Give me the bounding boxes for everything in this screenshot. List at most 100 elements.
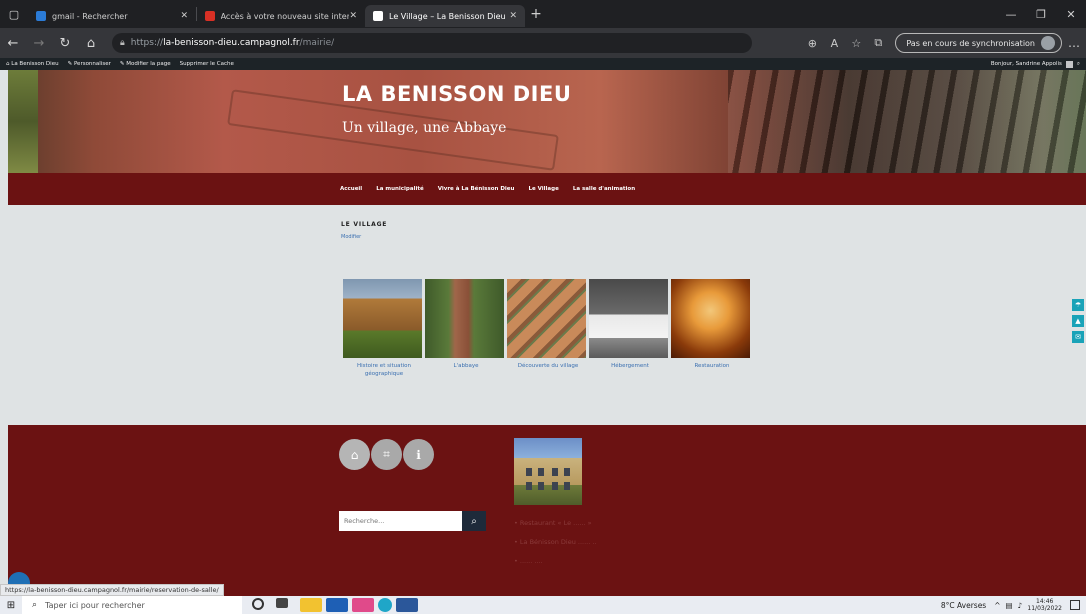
minimize-icon[interactable]: —	[996, 0, 1026, 28]
word-icon[interactable]	[396, 598, 418, 612]
photo-detail	[564, 468, 570, 476]
tab-title: gmail - Rechercher	[52, 11, 128, 21]
forward-icon[interactable]: →	[26, 36, 52, 51]
photo-detail	[526, 468, 532, 476]
photo-detail	[552, 482, 558, 490]
taskbar-apps	[252, 598, 422, 612]
mail-icon[interactable]: ✉	[1072, 331, 1084, 343]
read-aloud-icon[interactable]: A	[823, 37, 845, 50]
reload-icon[interactable]: ↻	[52, 36, 78, 51]
accessibility-icon[interactable]: ☂	[1072, 299, 1084, 311]
tab-gmail-access[interactable]: Accès à votre nouveau site intern ✕	[197, 5, 365, 27]
nav-item-municipalite[interactable]: La municipalité	[376, 186, 424, 192]
footer-search: ⌕	[339, 511, 486, 531]
edge-icon[interactable]	[378, 598, 392, 612]
wp-site-name-label: La Benisson Dieu	[11, 61, 59, 67]
gallery-item-histoire[interactable]: Histoire et situation géographique	[343, 279, 425, 378]
page-content: LE VILLAGE Modifier Histoire et situatio…	[8, 205, 1086, 425]
gallery-caption[interactable]: Histoire et situation géographique	[343, 362, 425, 378]
cortana-icon[interactable]	[252, 598, 264, 610]
clock[interactable]: 14:46 11/03/2022	[1027, 598, 1062, 612]
gallery-caption[interactable]: Restauration	[671, 362, 753, 370]
search-button[interactable]: ⌕	[462, 511, 486, 531]
footer-link[interactable]: • La Bénisson Dieu ...... ..	[514, 538, 596, 546]
network-icon[interactable]: ▤	[1006, 601, 1013, 610]
tab-gmail-search[interactable]: gmail - Rechercher ✕	[28, 5, 196, 27]
share-icon[interactable]: ▲	[1072, 315, 1084, 327]
home-icon[interactable]: ⌂	[78, 36, 104, 51]
clock-date: 11/03/2022	[1027, 605, 1062, 612]
tab-le-village[interactable]: Le Village – La Benisson Dieu ✕	[365, 5, 525, 27]
tab-title: Le Village – La Benisson Dieu	[389, 11, 506, 21]
wp-edit-page-link[interactable]: ✎ Modifier la page	[120, 61, 171, 67]
restore-icon[interactable]: ❐	[1026, 0, 1056, 28]
task-view-icon[interactable]	[276, 598, 288, 608]
gallery-caption[interactable]: Hébergement	[589, 362, 671, 370]
volume-icon[interactable]: ♪	[1018, 601, 1023, 610]
collections-icon[interactable]: ⧉	[867, 36, 889, 50]
page-title: LE VILLAGE	[341, 221, 388, 228]
wp-customize-label: Personnaliser	[73, 61, 111, 67]
back-icon[interactable]: ←	[0, 36, 26, 51]
info-icon[interactable]: ℹ	[403, 439, 434, 470]
footer-link[interactable]: • ...... ....	[514, 557, 596, 565]
header-image-foliage	[8, 70, 38, 173]
tab-bar: ▢ gmail - Rechercher ✕ Accès à votre nou…	[0, 0, 1086, 28]
footer-link[interactable]: • Restaurant « Le ...... »	[514, 519, 596, 527]
gallery-item-restauration[interactable]: Restauration	[671, 279, 753, 378]
profile-avatar-icon	[1041, 36, 1055, 50]
close-tab-icon[interactable]: ✕	[349, 11, 357, 21]
store-icon[interactable]	[326, 598, 348, 612]
gallery-item-decouverte[interactable]: Découverte du village	[507, 279, 589, 378]
nav-item-accueil[interactable]: Accueil	[340, 186, 362, 192]
gallery-thumb-castle[interactable]	[343, 279, 422, 358]
url-path: /mairie/	[299, 38, 335, 48]
close-tab-icon[interactable]: ✕	[509, 11, 517, 21]
close-tab-icon[interactable]: ✕	[180, 11, 188, 21]
wp-search-icon[interactable]: ⌕	[1077, 61, 1080, 68]
wp-account[interactable]: Bonjour, Sandrine Appolis ⌕	[991, 60, 1080, 68]
notification-icon[interactable]	[1070, 600, 1080, 610]
lock-icon: 🔒︎	[120, 38, 125, 48]
photos-icon[interactable]	[352, 598, 374, 612]
search-input[interactable]	[339, 511, 462, 531]
gallery-item-abbaye[interactable]: L'abbaye	[425, 279, 507, 378]
gallery-caption[interactable]: L'abbaye	[425, 362, 507, 370]
chevron-up-icon[interactable]: ^	[994, 601, 1000, 610]
footer-icon-row: ⌂ ⌗ ℹ	[339, 439, 435, 470]
photo-detail	[538, 468, 544, 476]
gallery-thumb-restaurant[interactable]	[671, 279, 750, 358]
weather-widget[interactable]: 8°C Averses	[941, 601, 986, 610]
zoom-icon[interactable]: ⊕	[801, 37, 823, 50]
more-menu-icon[interactable]: …	[1062, 36, 1086, 50]
gallery-thumb-tiles[interactable]	[507, 279, 586, 358]
wp-customize-link[interactable]: ✎ Personnaliser	[68, 61, 111, 67]
town-hall-icon[interactable]: ⌗	[371, 439, 402, 470]
file-explorer-icon[interactable]	[300, 598, 322, 612]
url-field[interactable]: 🔒︎ https:// la-benisson-dieu.campagnol.f…	[112, 33, 752, 53]
wp-admin-bar: ⌂ La Benisson Dieu ✎ Personnaliser ✎ Mod…	[0, 58, 1086, 70]
sync-status-button[interactable]: Pas en cours de synchronisation	[895, 33, 1062, 53]
windows-taskbar: ⊞ ⌕ Taper ici pour rechercher 8°C Averse…	[0, 596, 1086, 614]
windows-start-icon[interactable]: ⊞	[0, 600, 22, 611]
nav-item-le-village[interactable]: Le Village	[528, 186, 558, 192]
tab-actions-icon[interactable]: ▢	[0, 0, 28, 28]
nav-item-vivre[interactable]: Vivre à La Bénisson Dieu	[438, 186, 515, 192]
site-title[interactable]: LA BENISSON DIEU	[342, 82, 571, 106]
home-icon[interactable]: ⌂	[339, 439, 370, 470]
address-bar: ← → ↻ ⌂ 🔒︎ https:// la-benisson-dieu.cam…	[0, 28, 1086, 58]
gallery-item-hebergement[interactable]: Hébergement	[589, 279, 671, 378]
window-controls: — ❐ ✕	[996, 0, 1086, 28]
footer-building-photo[interactable]	[514, 438, 582, 505]
close-window-icon[interactable]: ✕	[1056, 0, 1086, 28]
gallery-caption[interactable]: Découverte du village	[507, 362, 589, 370]
new-tab-button[interactable]: +	[525, 6, 547, 22]
edit-link[interactable]: Modifier	[341, 234, 361, 240]
gallery-thumb-abbey[interactable]	[425, 279, 504, 358]
wp-clear-cache-link[interactable]: Supprimer le Cache	[180, 61, 234, 67]
nav-item-salle-animation[interactable]: La salle d'animation	[573, 186, 635, 192]
wp-site-name-link[interactable]: ⌂ La Benisson Dieu	[6, 61, 59, 67]
taskbar-search[interactable]: ⌕ Taper ici pour rechercher	[22, 596, 242, 614]
favorite-star-icon[interactable]: ☆	[845, 37, 867, 50]
gallery-thumb-bedroom[interactable]	[589, 279, 668, 358]
